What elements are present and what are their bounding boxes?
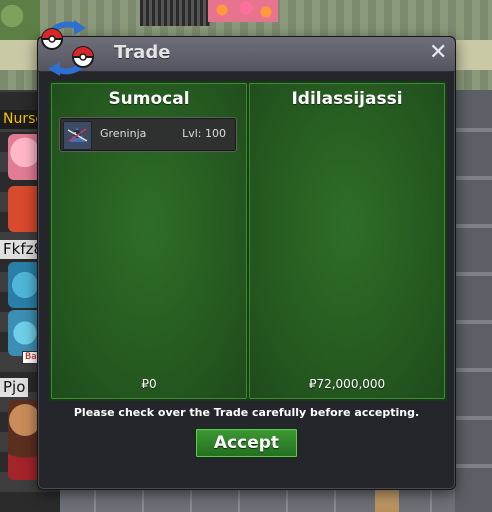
window-title: Trade bbox=[114, 42, 171, 63]
accept-button[interactable]: Accept bbox=[195, 428, 298, 458]
pokemon-level: Lvl: 100 bbox=[182, 127, 226, 140]
trade-window: Trade ✕ Sumocal Greninja Lvl: 100 ₽0 Idi… bbox=[37, 20, 456, 490]
greninja-sprite-icon bbox=[63, 121, 92, 150]
left-player-name: Sumocal bbox=[108, 89, 190, 109]
right-offer-panel: Idilassijassi ₽72,000,000 bbox=[247, 81, 447, 401]
name-tag: Pjo bbox=[0, 378, 29, 397]
left-offer-panel: Sumocal Greninja Lvl: 100 ₽0 bbox=[49, 81, 249, 401]
right-player-name: Idilassijassi bbox=[291, 89, 403, 109]
right-money-offer: ₽72,000,000 bbox=[308, 377, 386, 391]
fence-sprite bbox=[140, 0, 210, 26]
pokemon-name: Greninja bbox=[100, 127, 147, 140]
flower-bed bbox=[208, 0, 278, 22]
trade-titlebar[interactable]: Trade ✕ bbox=[38, 37, 455, 72]
left-money-offer: ₽0 bbox=[141, 377, 157, 391]
trade-item-row[interactable]: Greninja Lvl: 100 bbox=[59, 117, 237, 152]
wall-panels bbox=[455, 90, 492, 512]
trade-notice: Please check over the Trade carefully be… bbox=[73, 406, 420, 419]
close-icon[interactable]: ✕ bbox=[429, 40, 447, 66]
pokeball-swap-icon bbox=[41, 20, 94, 76]
